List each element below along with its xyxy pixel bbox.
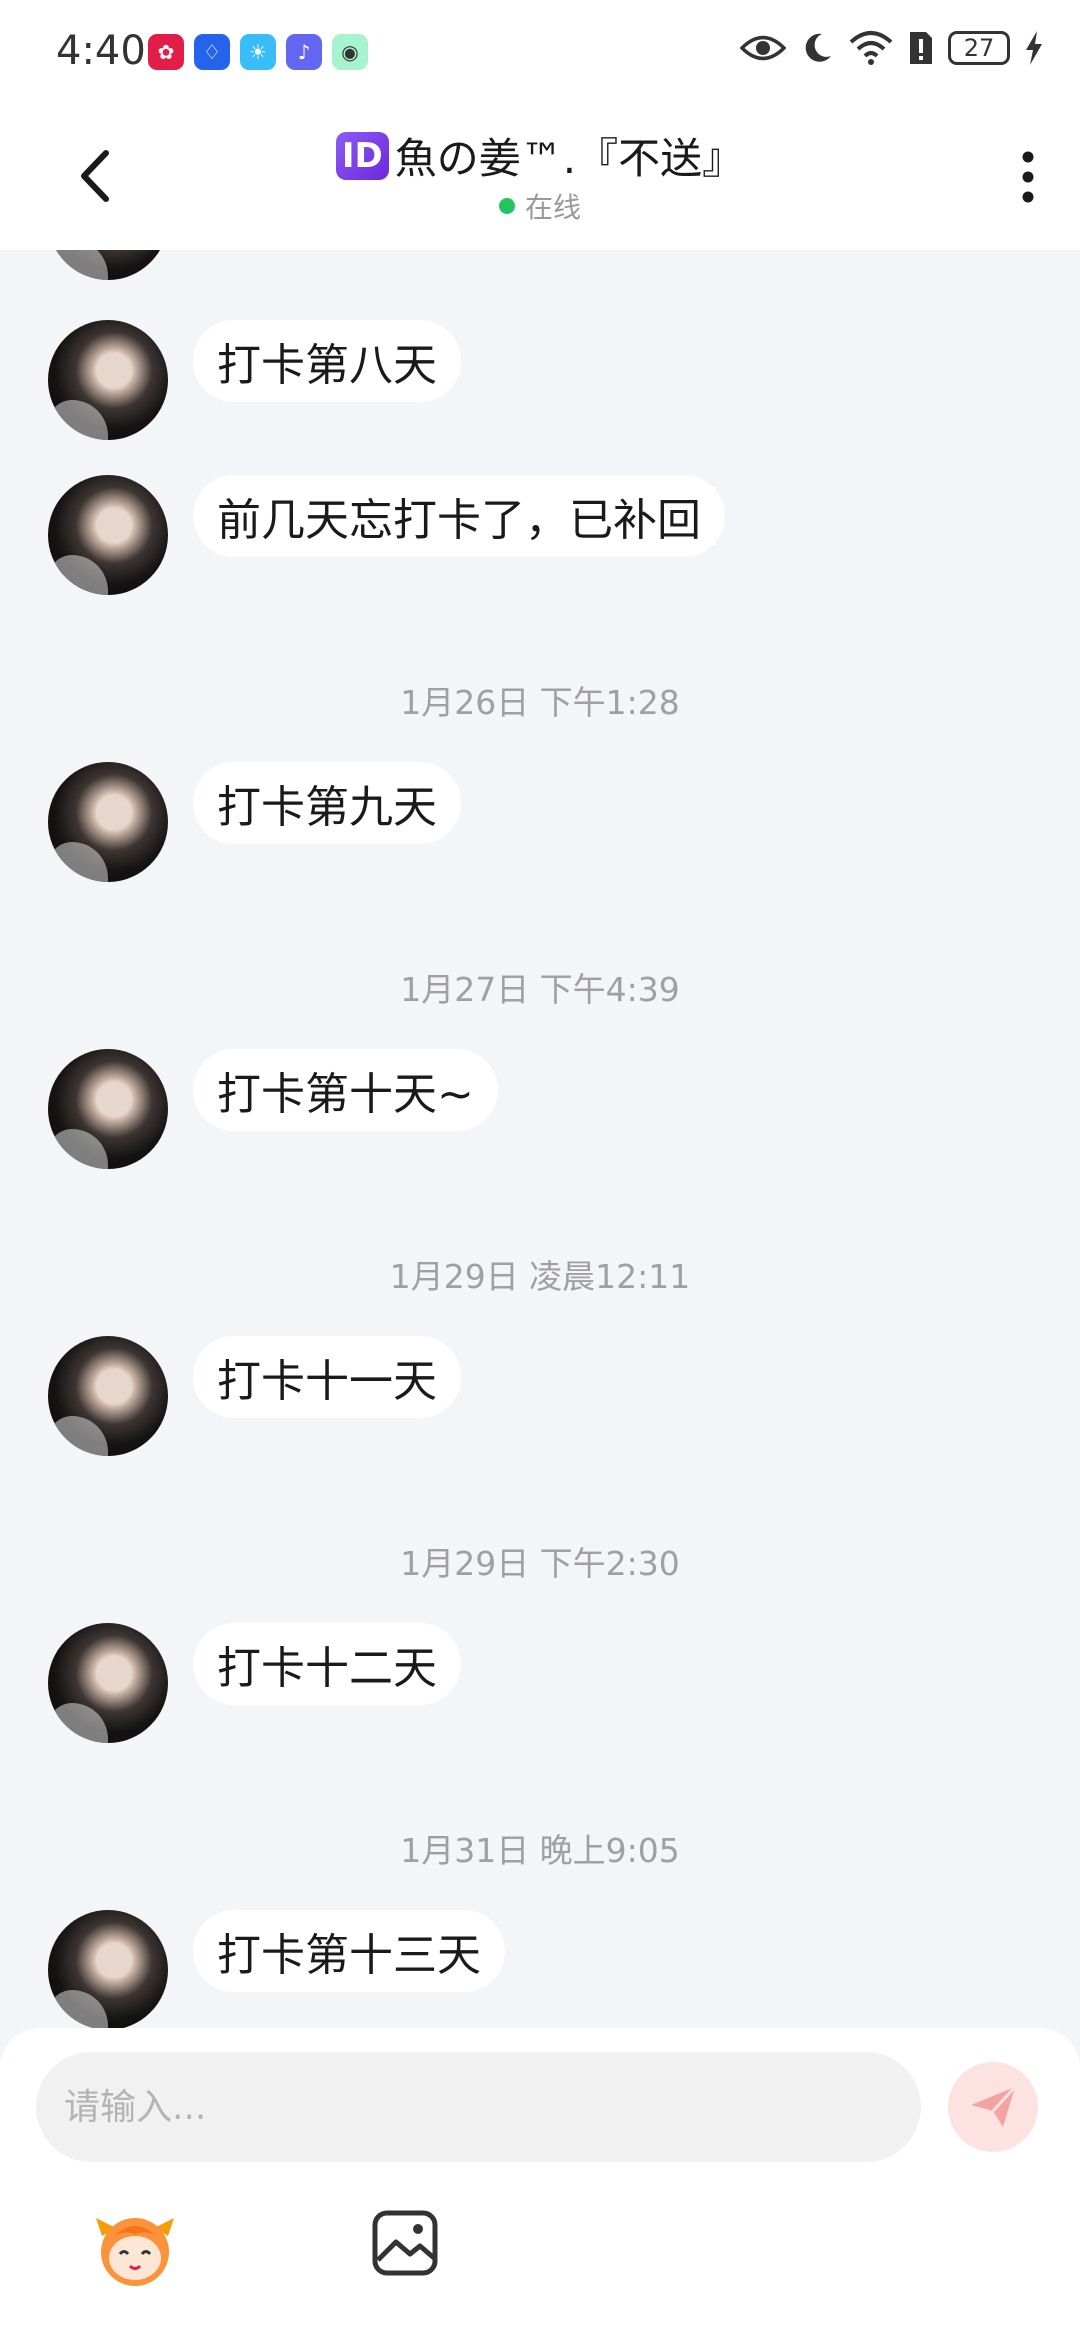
message-bubble[interactable]: 打卡十一天 [193, 1336, 461, 1418]
eye-icon [740, 35, 786, 61]
timestamp: 1月27日 下午4:39 [400, 970, 680, 1009]
timestamp: 1月29日 下午2:30 [400, 1544, 680, 1583]
game-app-icon: ◉ [332, 34, 368, 70]
message-bubble[interactable]: 打卡十二天 [193, 1623, 461, 1705]
avatar[interactable] [48, 1623, 168, 1743]
online-status: 在线 [0, 186, 1080, 226]
chat-title-block: ID 魚の姜™.『不送』 在线 [0, 125, 1080, 226]
timestamp: 1月29日 凌晨12:11 [389, 1257, 691, 1296]
sticker-mascot-icon[interactable] [92, 2206, 178, 2292]
avatar[interactable] [48, 1336, 168, 1456]
chat-header: ID 魚の姜™.『不送』 在线 [0, 105, 1080, 250]
online-dot-icon [498, 198, 515, 214]
weather-app-icon: ☀ [240, 34, 276, 70]
avatar[interactable] [48, 1049, 168, 1169]
message-bubble[interactable]: 打卡第十三天 [193, 1910, 505, 1992]
sim-alert-icon [910, 32, 932, 64]
charging-bolt-icon [1026, 31, 1042, 65]
more-options-icon[interactable] [992, 141, 1064, 213]
send-paper-plane-icon [971, 2085, 1017, 2127]
music-app-icon: ♪ [286, 34, 322, 70]
message-input[interactable] [36, 2052, 921, 2162]
avatar[interactable] [48, 1910, 168, 2030]
message-bubble[interactable]: 打卡第十天~ [193, 1049, 498, 1131]
moon-icon [805, 33, 831, 62]
timestamp: 1月31日 晚上9:05 [400, 1831, 680, 1870]
avatar[interactable] [48, 250, 168, 280]
status-bar: 4:40 ✿ ♢ ☀ ♪ ◉ 27 [0, 0, 1080, 105]
online-status-text: 在线 [524, 191, 581, 224]
huawei-app-icon: ✿ [148, 34, 184, 70]
send-button[interactable] [948, 2062, 1038, 2152]
notification-icons: ✿ ♢ ☀ ♪ ◉ [148, 34, 368, 70]
message-composer [0, 2028, 1080, 2340]
timestamp: 1月26日 下午1:28 [400, 683, 680, 722]
avatar[interactable] [48, 475, 168, 595]
image-picker-icon[interactable] [370, 2208, 440, 2278]
message-bubble[interactable]: 打卡第八天 [193, 320, 461, 402]
avatar[interactable] [48, 762, 168, 882]
contact-name: 魚の姜™.『不送』 [394, 134, 745, 183]
message-list[interactable]: 打卡第八天 前几天忘打卡了，已补回 1月26日 下午1:28 打卡第九天 1月2… [0, 250, 1080, 2030]
bulb-app-icon: ♢ [194, 34, 230, 70]
message-bubble[interactable]: 打卡第九天 [193, 762, 461, 844]
chat-title[interactable]: ID 魚の姜™.『不送』 [335, 125, 745, 186]
id-badge: ID [335, 131, 389, 180]
status-time: 4:40 [56, 28, 146, 74]
message-bubble[interactable]: 前几天忘打卡了，已补回 [193, 475, 725, 557]
wifi-icon [849, 31, 893, 65]
status-indicators: 27 [740, 30, 1044, 66]
avatar[interactable] [48, 320, 168, 440]
battery-indicator: 27 [948, 31, 1010, 65]
